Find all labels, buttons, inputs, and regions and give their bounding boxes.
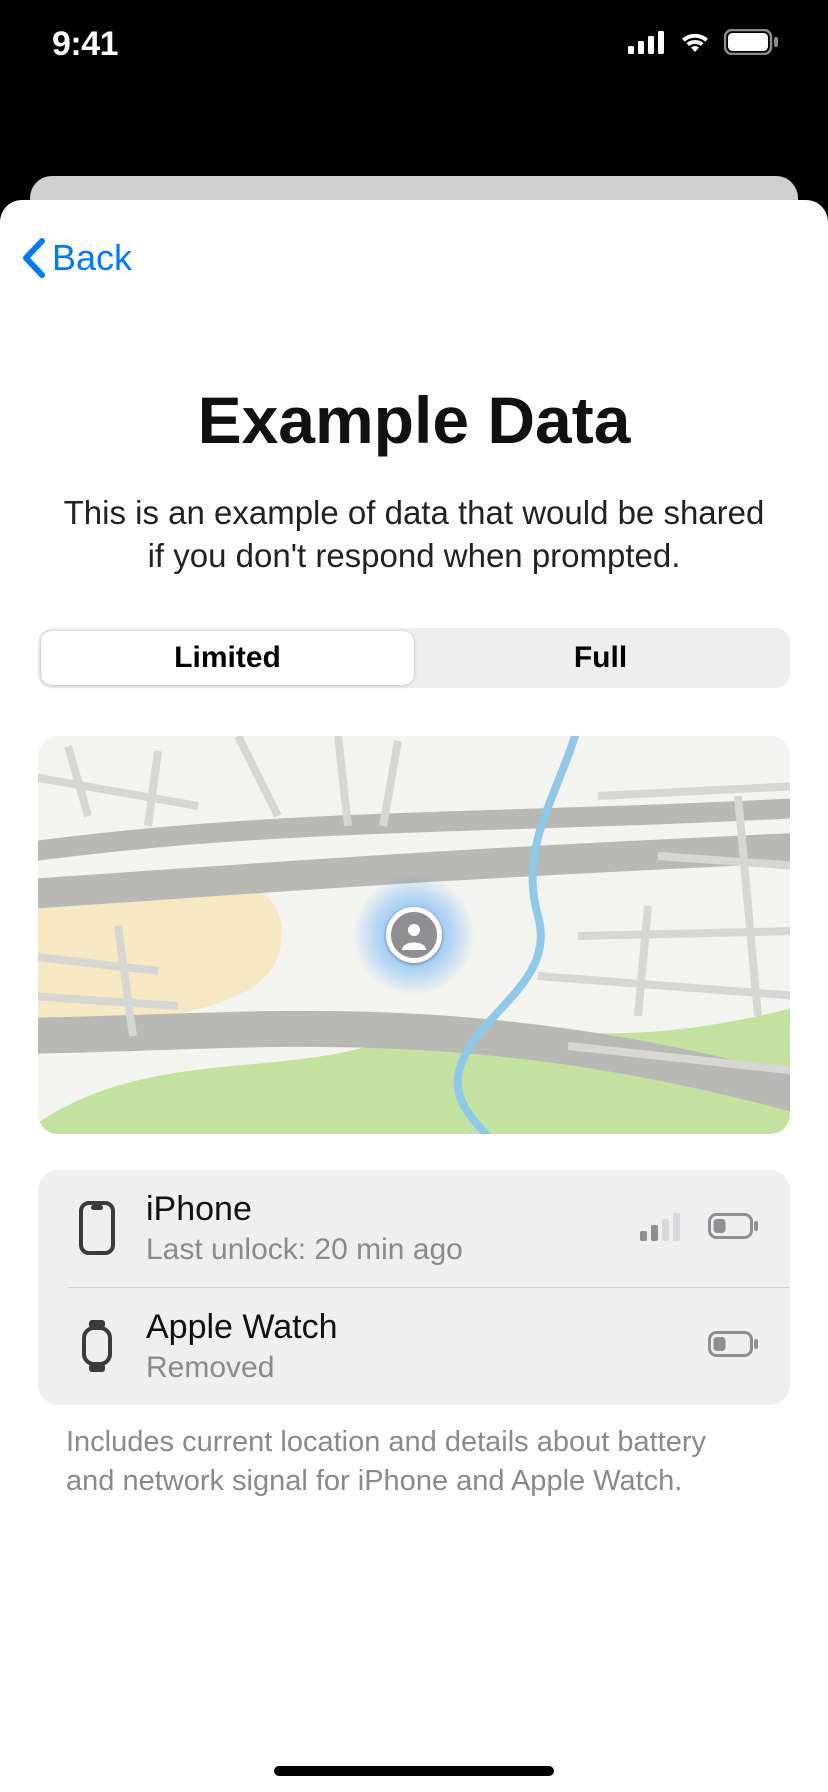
device-subtext: Last unlock: 20 min ago (146, 1233, 640, 1267)
page-title: Example Data (56, 382, 772, 458)
status-time: 9:41 (52, 25, 118, 64)
battery-icon (724, 29, 780, 60)
device-list: iPhone Last unlock: 20 min ago (38, 1170, 790, 1405)
user-location-pin (386, 907, 442, 963)
segment-limited[interactable]: Limited (41, 631, 414, 685)
chevron-left-icon (20, 238, 46, 278)
cellular-icon (628, 30, 666, 59)
signal-icon (640, 1211, 684, 1246)
title-block: Example Data This is an example of data … (0, 302, 828, 578)
back-label: Back (52, 237, 132, 279)
statusbar: 9:41 (0, 0, 828, 88)
battery-low-icon (708, 1331, 760, 1362)
map-preview (38, 736, 790, 1134)
iphone-icon (68, 1201, 126, 1255)
wifi-icon (678, 30, 712, 59)
nav-bar: Back (0, 214, 828, 302)
battery-low-icon (708, 1213, 760, 1244)
device-subtext: Removed (146, 1351, 708, 1385)
page-subtitle: This is an example of data that would be… (56, 492, 772, 578)
person-icon (399, 920, 429, 950)
device-name: iPhone (146, 1190, 640, 1229)
device-name: Apple Watch (146, 1308, 708, 1347)
segment-full[interactable]: Full (414, 631, 787, 685)
back-button[interactable]: Back (20, 237, 132, 279)
footnote: Includes current location and details ab… (66, 1423, 762, 1501)
list-item: Apple Watch Removed (68, 1287, 790, 1405)
applewatch-icon (68, 1318, 126, 1374)
list-item: iPhone Last unlock: 20 min ago (68, 1170, 790, 1287)
segmented-control[interactable]: Limited Full (38, 628, 790, 688)
sheet: Back Example Data This is an example of … (0, 200, 828, 1792)
home-indicator[interactable] (274, 1766, 554, 1776)
status-icons (628, 29, 780, 60)
